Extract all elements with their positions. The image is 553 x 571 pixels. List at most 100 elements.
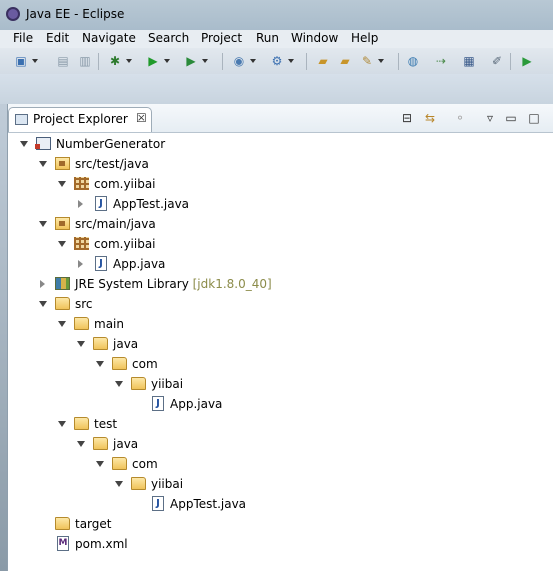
project-explorer-view: Project Explorer ☒ ⊟ ⇆ ⚬ ▿ ▭ □ NumberGen… xyxy=(7,104,553,571)
tree-item-label: yiibai xyxy=(151,477,184,491)
debug-icon[interactable]: ✱ xyxy=(106,52,132,70)
menu-project[interactable]: Project xyxy=(201,31,242,45)
main-toolbar: ▣ ▤ ▥ ✱ ▶ ▶ ◉ ⚙ ▰ ▰ ✎ ◍ ⇢ ▦ ✐ ▶ xyxy=(0,48,553,74)
expand-toggle[interactable] xyxy=(39,161,47,167)
globe-icon[interactable]: ◍ xyxy=(404,52,422,70)
tree-item-label: App.java xyxy=(113,257,166,271)
tree-item-label: com xyxy=(132,357,158,371)
view-menu-icon[interactable]: ▿ xyxy=(482,110,498,126)
tree-item-label: src xyxy=(75,297,93,311)
project-explorer-icon xyxy=(15,114,28,125)
folder-icon xyxy=(74,317,89,330)
open-type-icon[interactable]: ▰ xyxy=(336,52,354,70)
close-icon[interactable]: ☒ xyxy=(136,111,147,125)
expand-toggle[interactable] xyxy=(115,381,123,387)
view-tab-bar: Project Explorer ☒ ⊟ ⇆ ⚬ ▿ ▭ □ xyxy=(8,104,553,133)
tree-item-label: test xyxy=(94,417,118,431)
perspective-area xyxy=(0,74,553,104)
filter-icon[interactable]: ⚬ xyxy=(452,110,468,126)
tree-item-label: main xyxy=(94,317,124,331)
menu-run[interactable]: Run xyxy=(256,31,279,45)
next-annotation-icon[interactable]: ⇢ xyxy=(432,52,450,70)
expand-toggle[interactable] xyxy=(58,241,66,247)
tree-item-label: src/main/java xyxy=(75,217,156,231)
menu-search[interactable]: Search xyxy=(148,31,189,45)
tree-item-label: App.java xyxy=(170,397,223,411)
tree-item-label: com.yiibai xyxy=(94,237,156,251)
menu-help[interactable]: Help xyxy=(351,31,378,45)
tab-label: Project Explorer xyxy=(33,112,128,126)
expand-toggle[interactable] xyxy=(96,361,104,367)
expand-toggle[interactable] xyxy=(77,341,85,347)
expand-toggle[interactable] xyxy=(39,301,47,307)
title-bar: Java EE - Eclipse xyxy=(0,0,553,30)
tree-item-label: NumberGenerator xyxy=(56,137,166,151)
external-tools-icon[interactable]: ▶ xyxy=(182,52,208,70)
collapse-all-icon[interactable]: ⊟ xyxy=(399,110,415,126)
search-icon[interactable]: ✎ xyxy=(358,52,384,70)
expand-toggle[interactable] xyxy=(58,421,66,427)
minimize-icon[interactable]: ▭ xyxy=(503,110,519,126)
expand-toggle[interactable] xyxy=(40,280,45,288)
library-icon xyxy=(55,277,70,290)
package-icon xyxy=(74,237,89,250)
project-tree: NumberGenerator src/test/java com.yiibai… xyxy=(8,132,553,571)
tree-item-label: com.yiibai xyxy=(94,177,156,191)
open-folder-icon[interactable]: ▰ xyxy=(314,52,332,70)
folder-icon xyxy=(55,297,70,310)
window-edge xyxy=(0,104,7,571)
expand-toggle[interactable] xyxy=(77,441,85,447)
tree-item-label: com xyxy=(132,457,158,471)
eclipse-app-icon xyxy=(6,7,20,21)
folder-icon xyxy=(112,357,127,370)
tab-project-explorer[interactable]: Project Explorer ☒ xyxy=(8,107,152,132)
menu-navigate[interactable]: Navigate xyxy=(82,31,136,45)
perspective-icon[interactable]: ▶ xyxy=(518,52,536,70)
new-server-icon[interactable]: ◉ xyxy=(230,52,256,70)
menu-edit[interactable]: Edit xyxy=(46,31,69,45)
save-icon[interactable]: ▤ xyxy=(54,52,72,70)
tree-item-label: java xyxy=(113,437,139,451)
library-name: JRE System Library xyxy=(75,277,189,291)
pin-icon[interactable]: ✐ xyxy=(488,52,506,70)
save-all-icon[interactable]: ▥ xyxy=(76,52,94,70)
xml-file-icon: M xyxy=(57,536,69,551)
tree-item-label: target xyxy=(75,517,112,531)
expand-toggle[interactable] xyxy=(78,260,83,268)
console-icon[interactable]: ▦ xyxy=(460,52,478,70)
tree-item-label: pom.xml xyxy=(75,537,128,551)
new-icon[interactable]: ▣ xyxy=(12,52,38,70)
expand-toggle[interactable] xyxy=(96,461,104,467)
folder-icon xyxy=(131,377,146,390)
package-icon xyxy=(74,177,89,190)
java-file-icon: J xyxy=(152,496,164,511)
folder-icon xyxy=(93,437,108,450)
expand-toggle[interactable] xyxy=(39,221,47,227)
toolbar-separator xyxy=(398,53,399,70)
run-icon[interactable]: ▶ xyxy=(144,52,170,70)
toolbar-separator xyxy=(222,53,223,70)
folder-icon xyxy=(112,457,127,470)
menu-file[interactable]: File xyxy=(13,31,33,45)
library-decoration: [jdk1.8.0_40] xyxy=(192,277,272,291)
tree-item-label: JRE System Library [jdk1.8.0_40] xyxy=(75,274,272,294)
source-folder-icon xyxy=(55,157,70,170)
maximize-icon[interactable]: □ xyxy=(526,110,542,126)
web-service-icon[interactable]: ⚙ xyxy=(268,52,294,70)
expand-toggle[interactable] xyxy=(20,141,28,147)
source-folder-icon xyxy=(55,217,70,230)
java-file-icon: J xyxy=(152,396,164,411)
menu-window[interactable]: Window xyxy=(291,31,338,45)
toolbar-separator xyxy=(510,53,511,70)
folder-icon xyxy=(93,337,108,350)
folder-icon xyxy=(55,517,70,530)
expand-toggle[interactable] xyxy=(78,200,83,208)
expand-toggle[interactable] xyxy=(58,321,66,327)
expand-toggle[interactable] xyxy=(58,181,66,187)
expand-toggle[interactable] xyxy=(115,481,123,487)
tree-item-label: src/test/java xyxy=(75,157,149,171)
link-with-editor-icon[interactable]: ⇆ xyxy=(422,110,438,126)
toolbar-separator xyxy=(98,53,99,70)
tree-item-label: AppTest.java xyxy=(170,497,247,511)
java-file-icon: J xyxy=(95,256,107,271)
